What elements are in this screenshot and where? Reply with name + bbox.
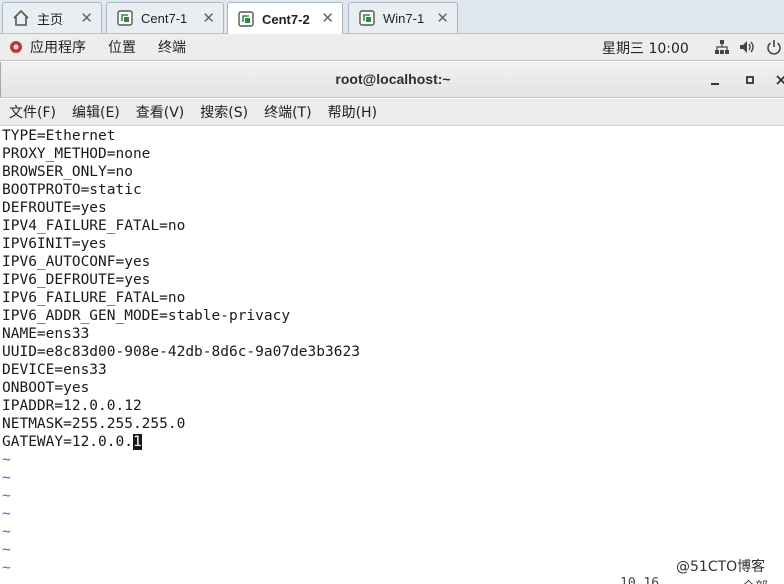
empty-line-tilde: ~ xyxy=(2,524,11,540)
terminal-line: DEFROUTE=yes xyxy=(2,200,107,216)
terminal-line: ONBOOT=yes xyxy=(2,380,90,396)
terminal-line: IPV6_ADDR_GEN_MODE=stable-privacy xyxy=(2,308,291,324)
menu-file[interactable]: 文件(F) xyxy=(9,102,56,122)
menu-search[interactable]: 搜索(S) xyxy=(200,102,248,122)
close-window-button[interactable] xyxy=(771,70,784,90)
network-icon[interactable] xyxy=(712,38,732,56)
tab-label: Cent7-1 xyxy=(141,10,188,26)
menu-terminal-t[interactable]: 终端(T) xyxy=(264,102,311,122)
terminal-line: IPADDR=12.0.0.12 xyxy=(2,398,142,414)
applications-icon xyxy=(10,41,22,53)
terminal-line: UUID=e8c83d00-908e-42db-8d6c-9a07de3b362… xyxy=(2,344,360,360)
text-cursor: 1 xyxy=(132,434,142,450)
empty-line-tilde: ~ xyxy=(2,488,11,504)
tab-label: Cent7-2 xyxy=(262,11,310,27)
terminal-line: IPV6_AUTOCONF=yes xyxy=(2,254,151,270)
terminal-line: IPV4_FAILURE_FATAL=no xyxy=(2,218,186,234)
tab-home[interactable]: 主页 ✕ xyxy=(2,2,102,33)
terminal-line: DEVICE=ens33 xyxy=(2,362,107,378)
menu-places[interactable]: 位置 xyxy=(108,37,136,57)
close-icon[interactable]: ✕ xyxy=(436,9,449,27)
window-titlebar[interactable]: root@localhost:~ xyxy=(0,62,784,98)
empty-line-tilde: ~ xyxy=(2,470,11,486)
close-icon[interactable]: ✕ xyxy=(321,9,334,27)
tab-cent7-1[interactable]: Cent7-1 ✕ xyxy=(106,2,224,33)
tab-cent7-2[interactable]: Cent7-2 ✕ xyxy=(227,2,343,35)
minimize-button[interactable] xyxy=(705,70,725,90)
vm-icon xyxy=(236,9,256,29)
empty-line-tilde: ~ xyxy=(2,506,11,522)
terminal-line: TYPE=Ethernet xyxy=(2,128,116,144)
tab-win7-1[interactable]: Win7-1 ✕ xyxy=(348,2,458,33)
power-icon[interactable] xyxy=(764,38,784,56)
watermark: @51CTO博客 xyxy=(676,559,766,575)
empty-line-tilde: ~ xyxy=(2,452,11,468)
terminal-line: IPV6INIT=yes xyxy=(2,236,107,252)
menu-edit[interactable]: 编辑(E) xyxy=(72,102,120,122)
close-icon[interactable]: ✕ xyxy=(202,9,215,27)
menu-applications[interactable]: 应用程序 xyxy=(30,37,86,57)
terminal-line: NETMASK=255.255.255.0 xyxy=(2,416,186,432)
vim-status-position: 10,16 xyxy=(620,576,660,584)
vm-tab-bar: 主页 ✕ Cent7-1 ✕ Cent7-2 ✕ Win7-1 ✕ xyxy=(0,0,784,35)
gnome-menu: 应用程序 位置 终端 xyxy=(8,37,208,57)
tab-label: 主页 xyxy=(37,11,64,27)
empty-line-tilde: ~ xyxy=(2,560,11,576)
tab-label: Win7-1 xyxy=(383,10,425,26)
terminal-menubar: 文件(F) 编辑(E) 查看(V) 搜索(S) 终端(T) 帮助(H) xyxy=(0,99,784,126)
home-icon xyxy=(11,8,31,28)
maximize-button[interactable] xyxy=(740,70,760,90)
vm-icon xyxy=(115,8,135,28)
vm-icon xyxy=(357,8,377,28)
empty-line-tilde: ~ xyxy=(2,542,11,558)
terminal-line: NAME=ens33 xyxy=(2,326,90,342)
terminal-line: BOOTPROTO=static xyxy=(2,182,142,198)
gnome-top-bar: 应用程序 位置 终端 星期三 10:00 xyxy=(0,34,784,61)
menu-help[interactable]: 帮助(H) xyxy=(328,102,377,122)
terminal-line-cursor: GATEWAY=12.0.0.1 xyxy=(0,433,784,451)
volume-icon[interactable] xyxy=(738,38,758,56)
line-text: GATEWAY=12.0.0. xyxy=(2,434,133,450)
terminal-area[interactable]: TYPE=Ethernet PROXY_METHOD=none BROWSER_… xyxy=(0,127,784,584)
close-icon[interactable]: ✕ xyxy=(80,9,93,27)
terminal-line: IPV6_FAILURE_FATAL=no xyxy=(2,290,186,306)
menu-view[interactable]: 查看(V) xyxy=(136,102,185,122)
terminal-line: PROXY_METHOD=none xyxy=(2,146,151,162)
clock[interactable]: 星期三 10:00 xyxy=(602,38,689,58)
terminal-line: IPV6_DEFROUTE=yes xyxy=(2,272,151,288)
menu-terminal[interactable]: 终端 xyxy=(158,37,186,57)
terminal-line: BROWSER_ONLY=no xyxy=(2,164,133,180)
window-title: root@localhost:~ xyxy=(335,71,451,87)
vim-status-scope: 全部 xyxy=(742,576,768,584)
